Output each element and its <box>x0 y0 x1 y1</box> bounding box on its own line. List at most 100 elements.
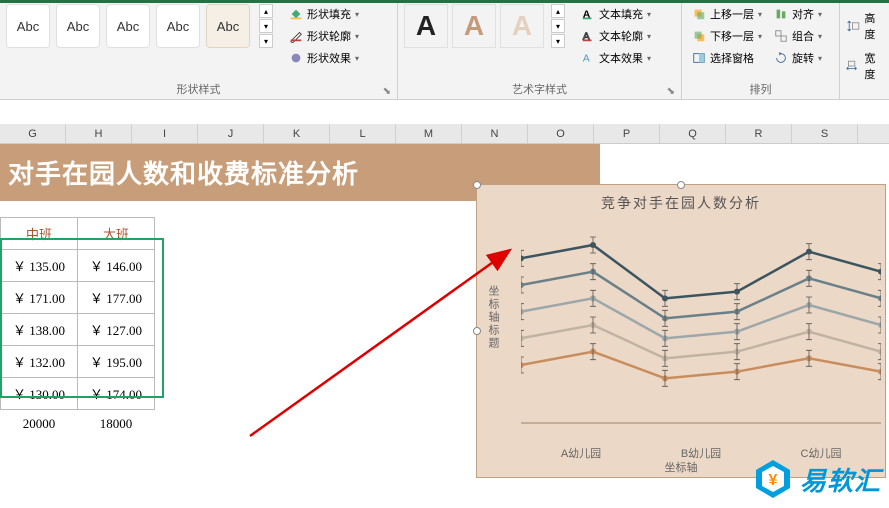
selection-pane-button[interactable]: 选择窗格 <box>688 48 766 68</box>
shape-style-thumb[interactable]: Abc <box>156 4 200 48</box>
shape-style-thumb[interactable]: Abc <box>56 4 100 48</box>
table-cell[interactable]: 20000 <box>1 410 78 439</box>
svg-text:A: A <box>583 53 590 65</box>
gallery-up-button[interactable]: ▴ <box>259 4 273 18</box>
text-effects-dropdown[interactable]: A 文本效果 ▾ <box>577 48 655 68</box>
column-header[interactable]: L <box>330 124 396 143</box>
group-label-arrange: 排列 <box>688 79 833 97</box>
text-fill-dropdown[interactable]: A 文本填充 ▾ <box>577 4 655 24</box>
align-button[interactable]: 对齐▾ <box>770 4 826 24</box>
gallery-nav: ▴ ▾ ▾ <box>259 4 273 48</box>
column-header[interactable]: G <box>0 124 66 143</box>
column-header[interactable]: Q <box>660 124 726 143</box>
resize-handle[interactable] <box>677 181 685 189</box>
column-header[interactable]: M <box>396 124 462 143</box>
gallery-down-button[interactable]: ▾ <box>259 19 273 33</box>
table-cell[interactable]: ￥ 130.00 <box>1 378 78 410</box>
wordart-thumb[interactable]: A <box>404 4 448 48</box>
worksheet-area[interactable]: 对手在园人数和收费标准分析 中班 大班 ￥ 135.00￥ 146.00 ￥ 1… <box>0 144 889 504</box>
effects-icon <box>289 51 303 65</box>
column-header[interactable]: J <box>198 124 264 143</box>
table-cell[interactable]: ￥ 132.00 <box>1 346 78 378</box>
table-cell[interactable]: ￥ 135.00 <box>1 250 78 282</box>
group-shape-styles: Abc Abc Abc Abc Abc ▴ ▾ ▾ 形状填充 ▾ <box>0 0 398 99</box>
watermark-logo: ¥ 易软汇 <box>752 458 881 500</box>
table-header[interactable]: 大班 <box>78 218 155 250</box>
send-backward-button[interactable]: 下移一层▾ <box>688 26 766 46</box>
shape-style-thumb[interactable]: Abc <box>106 4 150 48</box>
wordart-thumb[interactable]: A <box>452 4 496 48</box>
wordart-gallery[interactable]: A A A ▴ ▾ ▾ <box>404 4 565 48</box>
table-cell[interactable]: ￥ 138.00 <box>1 314 78 346</box>
bucket-icon <box>289 7 303 21</box>
height-icon <box>846 19 860 33</box>
table-cell[interactable]: ￥ 171.00 <box>1 282 78 314</box>
gallery-more-button[interactable]: ▾ <box>551 34 565 48</box>
group-button[interactable]: 组合▾ <box>770 26 826 46</box>
text-effects-label: 文本效果 <box>599 50 643 66</box>
column-header[interactable]: R <box>726 124 792 143</box>
width-field[interactable]: 宽度 <box>846 50 882 82</box>
column-header[interactable]: K <box>264 124 330 143</box>
text-outline-icon: A <box>581 29 595 43</box>
group-label-wordart: 艺术字样式 ⬊ <box>404 79 675 97</box>
group-label-shape-styles: 形状样式 ⬊ <box>6 79 391 97</box>
watermark-text: 易软汇 <box>800 461 881 498</box>
ribbon: Abc Abc Abc Abc Abc ▴ ▾ ▾ 形状填充 ▾ <box>0 0 889 100</box>
chart-plot-area[interactable] <box>521 225 881 425</box>
text-fill-icon: A <box>581 7 595 21</box>
column-header[interactable]: H <box>66 124 132 143</box>
dialog-launcher-icon[interactable]: ⬊ <box>383 86 391 97</box>
resize-handle[interactable] <box>473 327 481 335</box>
table-cell[interactable]: ￥ 174.00 <box>78 378 155 410</box>
shape-style-thumb[interactable]: Abc <box>6 4 50 48</box>
chevron-down-icon: ▾ <box>355 54 359 63</box>
text-outline-label: 文本轮廓 <box>599 28 643 44</box>
chart-object[interactable]: 竞争对手在园人数分析 坐标轴标题 A幼儿园 B幼儿园 C幼儿园 坐标轴 <box>476 184 886 478</box>
chart-y-axis-label[interactable]: 坐标轴标题 <box>485 285 501 350</box>
height-field[interactable]: 高度 <box>846 10 882 42</box>
chevron-down-icon: ▾ <box>355 10 359 19</box>
table-cell[interactable]: 18000 <box>78 410 155 439</box>
column-header[interactable]: N <box>462 124 528 143</box>
shape-outline-dropdown[interactable]: 形状轮廓 ▾ <box>285 26 363 46</box>
table-header[interactable]: 中班 <box>1 218 78 250</box>
chevron-down-icon: ▾ <box>647 54 651 63</box>
shape-outline-label: 形状轮廓 <box>307 28 351 44</box>
table-cell[interactable]: ￥ 146.00 <box>78 250 155 282</box>
rotate-button[interactable]: 旋转▾ <box>770 48 826 68</box>
text-fill-label: 文本填充 <box>599 6 643 22</box>
table-cell[interactable]: ￥ 195.00 <box>78 346 155 378</box>
column-header[interactable]: O <box>528 124 594 143</box>
wordart-thumb[interactable]: A <box>500 4 544 48</box>
dialog-launcher-icon[interactable]: ⬊ <box>667 86 675 97</box>
chevron-down-icon: ▾ <box>647 10 651 19</box>
shape-style-thumb[interactable]: Abc <box>206 4 250 48</box>
pen-icon <box>289 29 303 43</box>
column-header[interactable]: P <box>594 124 660 143</box>
chart-title[interactable]: 竞争对手在园人数分析 <box>477 185 885 217</box>
resize-handle[interactable] <box>473 181 481 189</box>
text-effects-icon: A <box>581 51 595 65</box>
chevron-down-icon: ▾ <box>355 32 359 41</box>
gallery-up-button[interactable]: ▴ <box>551 4 565 18</box>
group-icon <box>774 29 788 43</box>
column-header[interactable]: I <box>132 124 198 143</box>
text-outline-dropdown[interactable]: A 文本轮廓 ▾ <box>577 26 655 46</box>
shape-style-gallery[interactable]: Abc Abc Abc Abc Abc ▴ ▾ ▾ <box>6 4 273 48</box>
table-cell[interactable]: ￥ 127.00 <box>78 314 155 346</box>
group-arrange: 上移一层▾ 下移一层▾ 选择窗格 对齐▾ 组合▾ <box>682 0 840 99</box>
ribbon-accent-bar <box>0 0 889 3</box>
gallery-more-button[interactable]: ▾ <box>259 34 273 48</box>
table-cell[interactable]: ￥ 177.00 <box>78 282 155 314</box>
width-icon <box>846 59 860 73</box>
bring-forward-button[interactable]: 上移一层▾ <box>688 4 766 24</box>
rotate-icon <box>774 51 788 65</box>
shape-effects-dropdown[interactable]: 形状效果 ▾ <box>285 48 363 68</box>
shape-fill-dropdown[interactable]: 形状填充 ▾ <box>285 4 363 24</box>
svg-text:¥: ¥ <box>769 472 778 489</box>
column-header[interactable]: S <box>792 124 858 143</box>
bring-forward-icon <box>692 7 706 21</box>
gallery-nav: ▴ ▾ ▾ <box>551 4 565 48</box>
gallery-down-button[interactable]: ▾ <box>551 19 565 33</box>
